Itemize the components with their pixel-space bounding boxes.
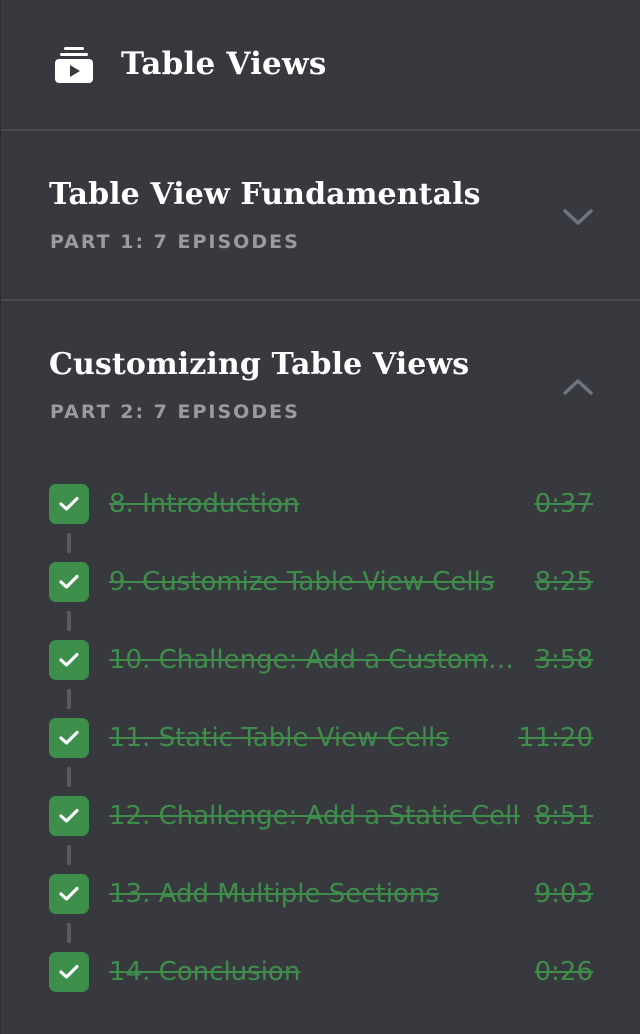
checkmark-icon[interactable] (49, 952, 89, 992)
episode-title: 8. Introduction (109, 489, 300, 519)
playlist-video-icon (53, 44, 95, 86)
episode-item[interactable]: 14. Conclusion 0:26 (1, 933, 640, 1011)
section-title: Customizing Table Views (49, 347, 470, 382)
episode-title: 12. Challenge: Add a Static Cell (109, 801, 520, 831)
chevron-up-icon[interactable] (556, 365, 600, 409)
episode-title: 14. Conclusion (109, 957, 301, 987)
section-title: Table View Fundamentals (49, 177, 481, 212)
course-sidebar: Table Views Table View Fundamentals PART… (0, 0, 640, 1034)
episode-title: 11. Static Table View Cells (109, 723, 449, 753)
checkmark-icon[interactable] (49, 796, 89, 836)
section-part-1[interactable]: Table View Fundamentals PART 1: 7 EPISOD… (1, 131, 640, 301)
episode-connector (67, 533, 71, 553)
checkmark-icon[interactable] (49, 562, 89, 602)
episode-duration: 3:58 (534, 645, 593, 675)
episode-list: 8. Introduction 0:37 9. Customize Table Vi… (1, 465, 640, 1011)
section-episode-count: PART 1: 7 EPISODES (50, 231, 300, 253)
episode-title: 13. Add Multiple Sections (109, 879, 439, 909)
episode-duration: 0:37 (534, 489, 593, 519)
course-header: Table Views (1, 0, 640, 131)
episode-duration: 9:03 (534, 879, 593, 909)
checkmark-icon[interactable] (49, 640, 89, 680)
episode-item[interactable]: 11. Static Table View Cells 11:20 (1, 699, 640, 787)
episode-title: 10. Challenge: Add a Custom Cell (109, 645, 521, 675)
episode-connector (67, 767, 71, 787)
chevron-down-icon[interactable] (556, 195, 600, 239)
episode-item[interactable]: 8. Introduction 0:37 (1, 465, 640, 553)
checkmark-icon[interactable] (49, 718, 89, 758)
episode-duration: 0:26 (534, 957, 593, 987)
checkmark-icon[interactable] (49, 874, 89, 914)
episode-connector (67, 611, 71, 631)
episode-item[interactable]: 13. Add Multiple Sections 9:03 (1, 855, 640, 943)
checkmark-icon[interactable] (49, 484, 89, 524)
episode-item[interactable]: 10. Challenge: Add a Custom Cell 3:58 (1, 621, 640, 709)
episode-duration: 8:51 (534, 801, 593, 831)
episode-duration: 11:20 (518, 723, 593, 753)
section-episode-count: PART 2: 7 EPISODES (50, 401, 300, 423)
course-title: Table Views (121, 45, 327, 82)
episode-item[interactable]: 9. Customize Table View Cells 8:25 (1, 543, 640, 631)
episode-duration: 8:25 (534, 567, 593, 597)
episode-connector (67, 923, 71, 943)
episode-title: 9. Customize Table View Cells (109, 567, 495, 597)
episode-item[interactable]: 12. Challenge: Add a Static Cell 8:51 (1, 777, 640, 865)
episode-connector (67, 689, 71, 709)
episode-connector (67, 845, 71, 865)
